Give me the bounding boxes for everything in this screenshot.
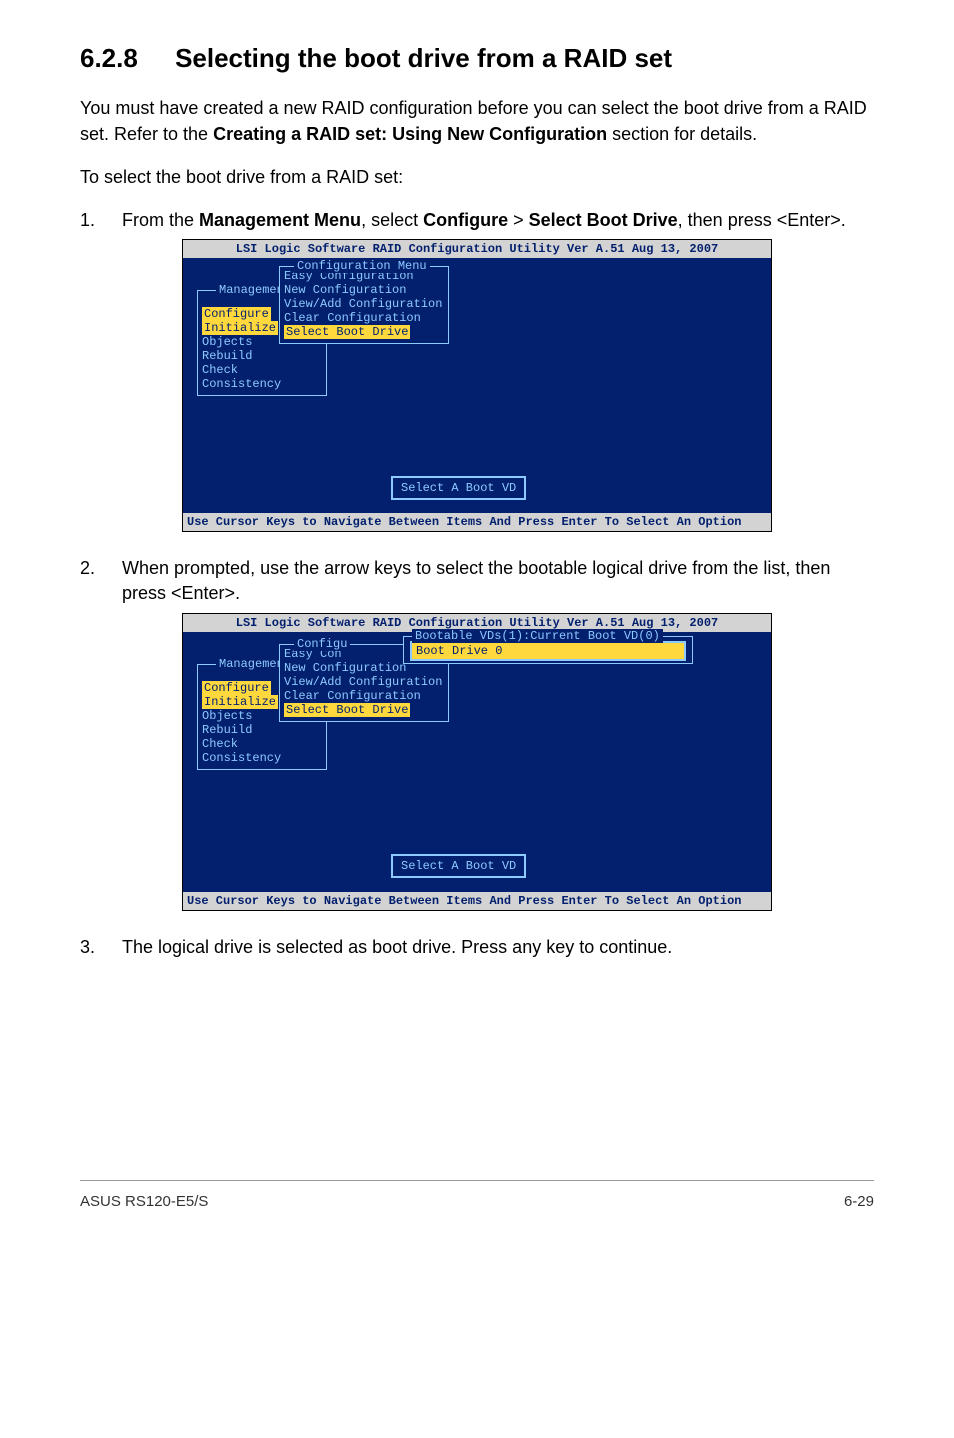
step-1-number: 1. [80,208,122,233]
boot-drive-0[interactable]: Boot Drive 0 [410,641,686,661]
configuration-label: Configuration Menu [294,259,430,273]
cfg-item-clear-2[interactable]: Clear Configuration [284,689,444,703]
mgmt-item-rebuild[interactable]: Rebuild [202,349,322,363]
bios-footer-2: Use Cursor Keys to Navigate Between Item… [183,892,771,910]
mgmt-item-check[interactable]: Check Consistency [202,363,322,391]
cfg-item-select-boot-2[interactable]: Select Boot Drive [284,703,410,717]
mgmt-item-configure-2[interactable]: Configure [202,681,271,695]
step-1: 1. From the Management Menu, select Conf… [80,208,874,532]
bios-footer: Use Cursor Keys to Navigate Between Item… [183,513,771,531]
step-1-text: From the Management Menu, select Configu… [122,208,874,233]
intro-paragraph-2: To select the boot drive from a RAID set… [80,165,874,190]
select-boot-vd-box: Select A Boot VD [391,476,526,500]
step-2-text: When prompted, use the arrow keys to sel… [122,556,874,606]
bootable-vds-box: Bootable VDs(1):Current Boot VD(0) Boot … [403,636,693,664]
configuration-label-short: Configu [294,637,350,651]
configuration-menu-box: Configuration Menu Easy Configuration Ne… [279,266,449,344]
step-3: 3. The logical drive is selected as boot… [80,935,874,960]
mgmt-item-check-2[interactable]: Check Consistency [202,737,322,765]
bios-screenshot-2: LSI Logic Software RAID Configuration Ut… [182,613,772,911]
step-3-text: The logical drive is selected as boot dr… [122,935,874,960]
cfg-item-new[interactable]: New Configuration [284,283,444,297]
step-2: 2. When prompted, use the arrow keys to … [80,556,874,910]
footer-right: 6-29 [844,1191,874,1212]
cfg-item-clear[interactable]: Clear Configuration [284,311,444,325]
page-footer: ASUS RS120-E5/S 6-29 [80,1180,874,1212]
cfg-item-select-boot[interactable]: Select Boot Drive [284,325,410,339]
bootable-vds-label: Bootable VDs(1):Current Boot VD(0) [412,629,663,643]
bios-header: LSI Logic Software RAID Configuration Ut… [183,240,771,258]
ref-creating-raid: Creating a RAID set: Using New Configura… [213,124,607,144]
select-boot-vd-box-2: Select A Boot VD [391,854,526,878]
section-heading: 6.2.8 Selecting the boot drive from a RA… [80,40,874,76]
cfg-item-view-2[interactable]: View/Add Configuration [284,675,444,689]
footer-left: ASUS RS120-E5/S [80,1191,208,1212]
step-2-number: 2. [80,556,122,606]
intro-paragraph-1: You must have created a new RAID configu… [80,96,874,146]
mgmt-item-initialize-2[interactable]: Initialize [202,695,278,709]
section-title: Selecting the boot drive from a RAID set [175,43,672,73]
mgmt-item-configure[interactable]: Configure [202,307,271,321]
mgmt-item-initialize[interactable]: Initialize [202,321,278,335]
mgmt-item-rebuild-2[interactable]: Rebuild [202,723,322,737]
step-3-number: 3. [80,935,122,960]
bios-screenshot-1: LSI Logic Software RAID Configuration Ut… [182,239,772,532]
section-number: 6.2.8 [80,40,138,76]
cfg-item-view[interactable]: View/Add Configuration [284,297,444,311]
